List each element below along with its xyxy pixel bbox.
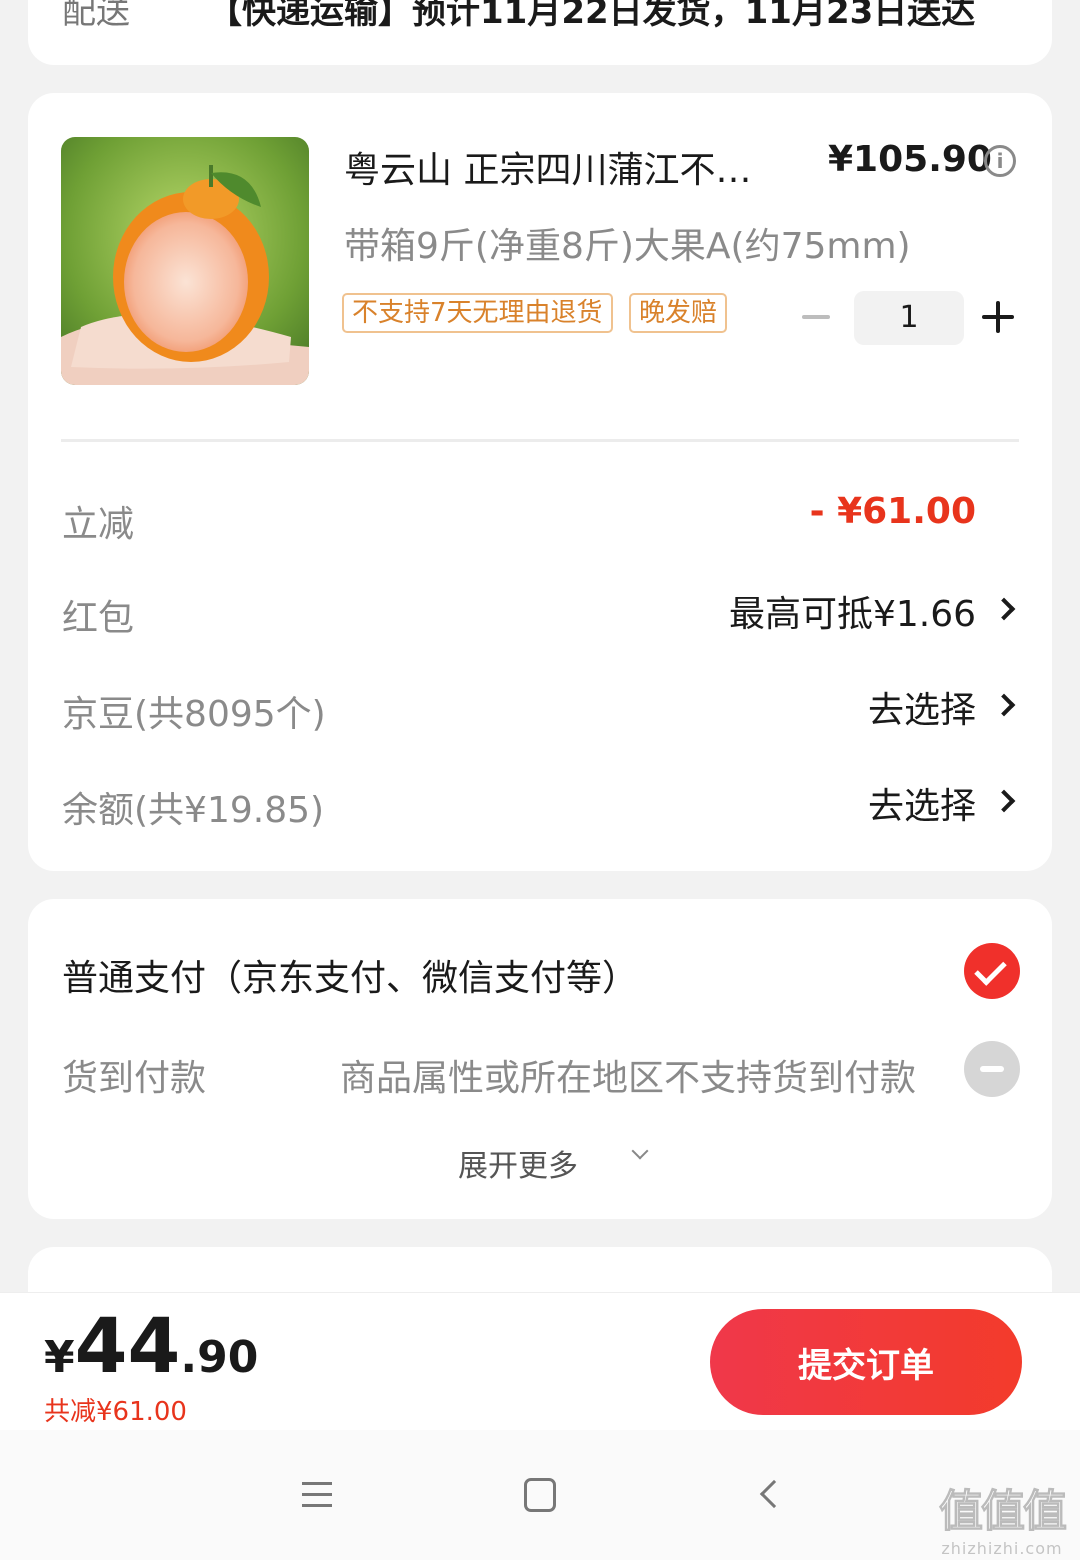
check-icon[interactable]: [964, 943, 1020, 999]
instant-discount-label: 立减: [62, 504, 135, 545]
disabled-icon: [964, 1041, 1020, 1097]
product-spec: 带箱9斤(净重8斤)大果A(约75mm): [344, 226, 911, 267]
balance-value[interactable]: 去选择: [868, 777, 976, 829]
submit-order-button[interactable]: 提交订单: [710, 1309, 1022, 1415]
delivery-value: 【快递运输】预计11月22日发货，11月23日送达: [208, 0, 976, 32]
checkout-bar: ¥44.90 共减¥61.00 提交订单: [0, 1292, 1080, 1430]
delivery-card: 配送 【快递运输】预计11月22日发货，11月23日送达: [28, 0, 1052, 65]
home-icon[interactable]: [524, 1478, 556, 1512]
product-title[interactable]: 粤云山 正宗四川蒲江不…: [344, 141, 784, 193]
chevron-right-icon[interactable]: [992, 693, 1016, 717]
red-packet-label: 红包: [62, 598, 135, 639]
minus-icon[interactable]: [798, 299, 834, 335]
info-icon[interactable]: i: [984, 145, 1016, 177]
payment-cod-note: 商品属性或所在地区不支持货到付款: [340, 1058, 917, 1099]
currency-symbol: ¥: [44, 1332, 75, 1383]
divider: [61, 439, 1019, 442]
chevron-down-icon[interactable]: [631, 1142, 649, 1160]
watermark-url: zhizhizhi.com: [941, 1538, 1063, 1558]
payment-normal-label[interactable]: 普通支付（京东支付、微信支付等）: [62, 949, 638, 1001]
payment-card: 普通支付（京东支付、微信支付等） 货到付款 商品属性或所在地区不支持货到付款 展…: [28, 899, 1052, 1219]
expand-more-button[interactable]: 展开更多: [458, 1141, 578, 1185]
total-price: ¥44.90: [44, 1301, 258, 1390]
red-packet-value[interactable]: 最高可抵¥1.66: [729, 585, 976, 637]
plus-icon[interactable]: [982, 301, 1014, 333]
back-icon[interactable]: [759, 1479, 789, 1509]
jd-beans-value[interactable]: 去选择: [868, 681, 976, 733]
watermark-logo: 值值值 zhizhizhi.com: [928, 1476, 1076, 1558]
total-discount: 共减¥61.00: [44, 1397, 187, 1427]
delivery-label: 配送: [62, 0, 130, 32]
product-image[interactable]: [61, 137, 309, 385]
payment-cod-label: 货到付款: [62, 1058, 207, 1099]
tag-no-7day-return: 不支持7天无理由退货: [342, 293, 613, 333]
instant-discount-value: - ¥61.00: [809, 491, 976, 532]
product-card: 粤云山 正宗四川蒲江不… ¥105.90 i 带箱9斤(净重8斤)大果A(约75…: [28, 93, 1052, 871]
chevron-right-icon[interactable]: [992, 789, 1016, 813]
tag-late-compensation: 晚发赔: [629, 293, 728, 333]
jd-beans-label: 京豆(共8095个): [62, 694, 326, 735]
menu-icon[interactable]: [302, 1480, 332, 1508]
watermark-main: 值值值: [939, 1485, 1068, 1537]
balance-label: 余额(共¥19.85): [62, 790, 325, 831]
product-price: ¥105.90: [828, 139, 992, 180]
total-price-decimal: .90: [180, 1332, 259, 1383]
chevron-right-icon[interactable]: [992, 597, 1016, 621]
quantity-input[interactable]: 1: [854, 291, 964, 345]
total-price-integer: 44: [74, 1301, 181, 1390]
system-nav-bar: 值值值 zhizhizhi.com: [0, 1430, 1080, 1560]
